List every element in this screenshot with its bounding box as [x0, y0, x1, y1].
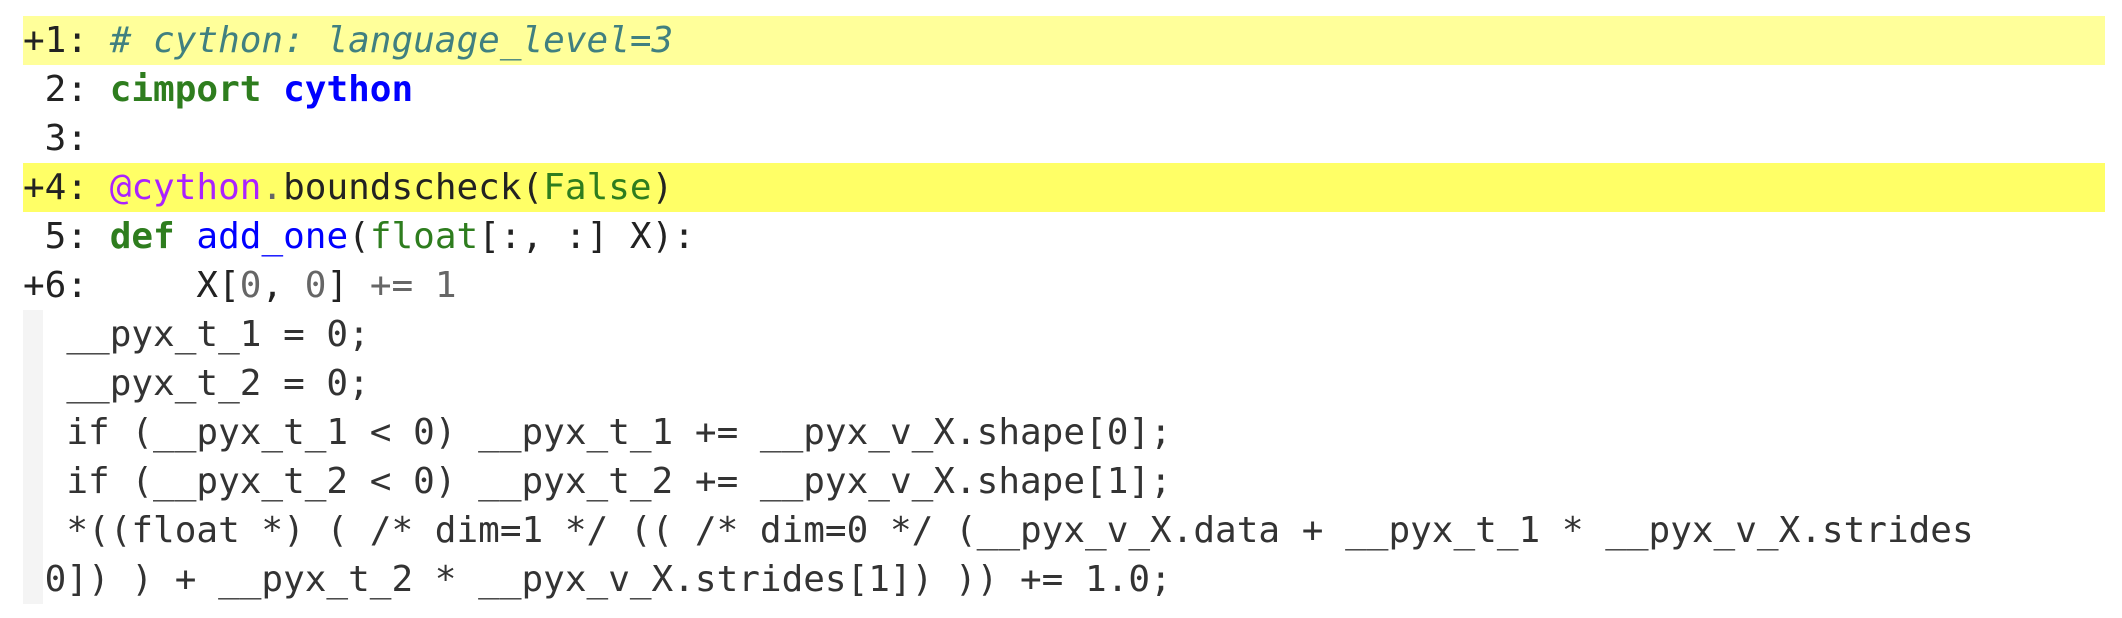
code-token: ( [348, 216, 370, 257]
generated-c-code-block: __pyx_t_1 = 0; __pyx_t_2 = 0; if (__pyx_… [23, 310, 2105, 604]
c-code-line: if (__pyx_t_1 < 0) __pyx_t_1 += __pyx_v_… [23, 412, 1172, 453]
code-token: . [261, 167, 284, 208]
source-line[interactable]: +1: # cython: language_level=3 [23, 16, 2105, 65]
c-code-line: *((float *) ( /* dim=1 */ (( /* dim=0 */… [23, 510, 1974, 551]
c-code-lines: __pyx_t_1 = 0; __pyx_t_2 = 0; if (__pyx_… [23, 310, 2105, 604]
code-token: ) [651, 167, 674, 208]
code-token: cython [283, 69, 414, 110]
code-token: def [109, 216, 175, 257]
line-number: 5: [23, 216, 110, 257]
c-code-line: __pyx_t_1 = 0; [23, 314, 370, 355]
source-line: 3: [23, 114, 2105, 163]
code-token: ( [521, 167, 544, 208]
line-number: 3: [23, 118, 110, 159]
code-token: boundscheck [283, 167, 522, 208]
source-line: 5: def add_one(float[:, :] X): [23, 212, 2105, 261]
cython-annotated-source: +1: # cython: language_level=3 2: cimpor… [23, 16, 2105, 604]
c-code-gutter [23, 310, 43, 604]
code-token: float [369, 216, 479, 257]
code-token: # cython: language_level=3 [109, 20, 674, 61]
code-token: add_one [196, 216, 349, 257]
code-token: X[ [109, 265, 240, 306]
c-code-line: if (__pyx_t_2 < 0) __pyx_t_2 += __pyx_v_… [23, 461, 1172, 502]
line-number: +6: [23, 265, 110, 306]
c-code-line: [0]) ) + __pyx_t_2 * __pyx_v_X.strides[1… [23, 559, 1172, 600]
code-token: += [369, 265, 414, 306]
source-lines: +1: # cython: language_level=3 2: cimpor… [23, 16, 2105, 310]
code-token: cimport [109, 69, 262, 110]
code-token: [:, :] X): [478, 216, 695, 257]
source-line: 2: cimport cython [23, 65, 2105, 114]
line-number: +1: [23, 20, 110, 61]
code-token: , [261, 265, 305, 306]
code-token: 1 [434, 265, 457, 306]
code-token: @cython [109, 167, 262, 208]
source-line[interactable]: +4: @cython.boundscheck(False) [23, 163, 2105, 212]
code-token: 0 [239, 265, 262, 306]
c-code-line: __pyx_t_2 = 0; [23, 363, 370, 404]
code-token: ] [326, 265, 370, 306]
line-number: 2: [23, 69, 110, 110]
source-line[interactable]: +6: X[0, 0] += 1 [23, 261, 2105, 310]
code-token: 0 [304, 265, 327, 306]
line-number: +4: [23, 167, 110, 208]
code-token: False [543, 167, 652, 208]
